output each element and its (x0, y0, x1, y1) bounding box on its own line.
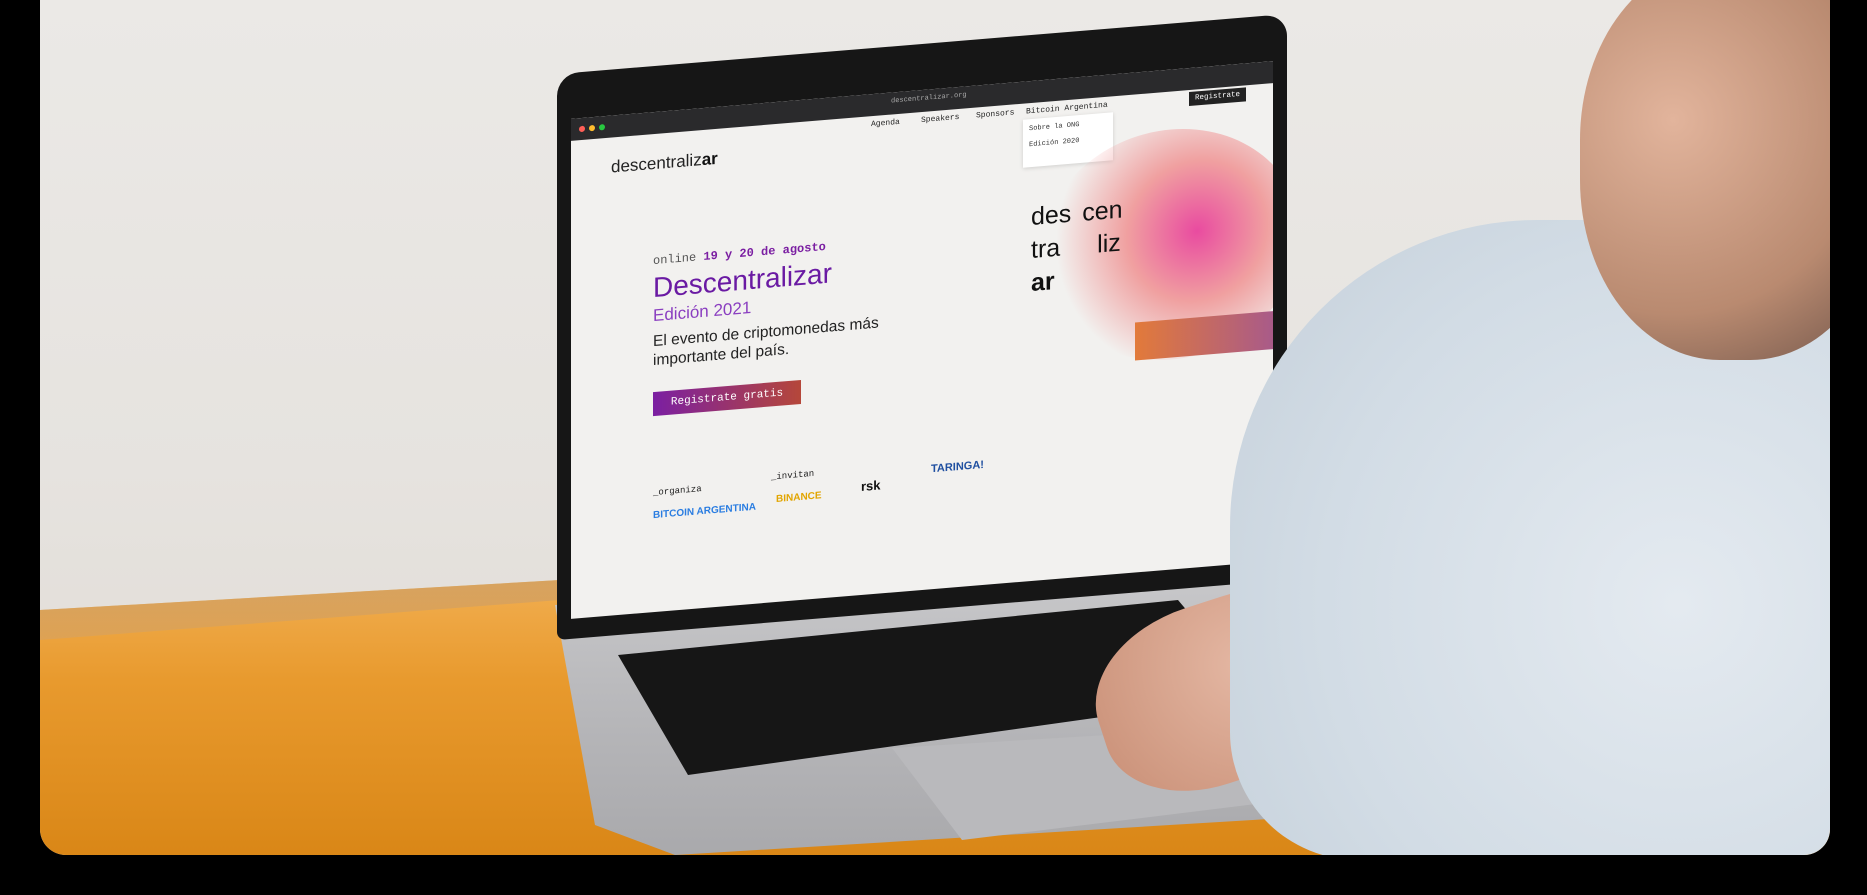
invitan-label: _invitan (771, 468, 815, 483)
photo: descentralizar.org descentralizar Agenda… (40, 0, 1830, 855)
laptop-screen: descentralizar.org descentralizar Agenda… (571, 61, 1273, 619)
organizer-logo[interactable]: BITCOIN ARGENTINA (653, 502, 756, 521)
sponsor-binance[interactable]: BINANCE (776, 490, 822, 505)
nav-speakers[interactable]: Speakers (921, 113, 959, 125)
window-controls (571, 61, 1273, 133)
bottom-bar (0, 855, 1867, 895)
register-nav-button[interactable]: Registrate (1189, 87, 1247, 107)
organiza-label: _organiza (653, 484, 702, 499)
register-free-button[interactable]: Registrate gratis (653, 379, 801, 417)
browser-url[interactable]: descentralizar.org (891, 91, 967, 105)
laptop-lid: descentralizar.org descentralizar Agenda… (557, 13, 1287, 640)
sponsor-rsk[interactable]: rsk (861, 477, 881, 494)
sponsor-taringa[interactable]: TARINGA! (931, 459, 984, 475)
nav-agenda[interactable]: Agenda (871, 118, 900, 129)
site-logo[interactable]: descentralizar (611, 149, 718, 178)
nav-sponsors[interactable]: Sponsors (976, 108, 1014, 120)
descentralizar-stamp: des cen tra liz ar (1031, 195, 1123, 298)
